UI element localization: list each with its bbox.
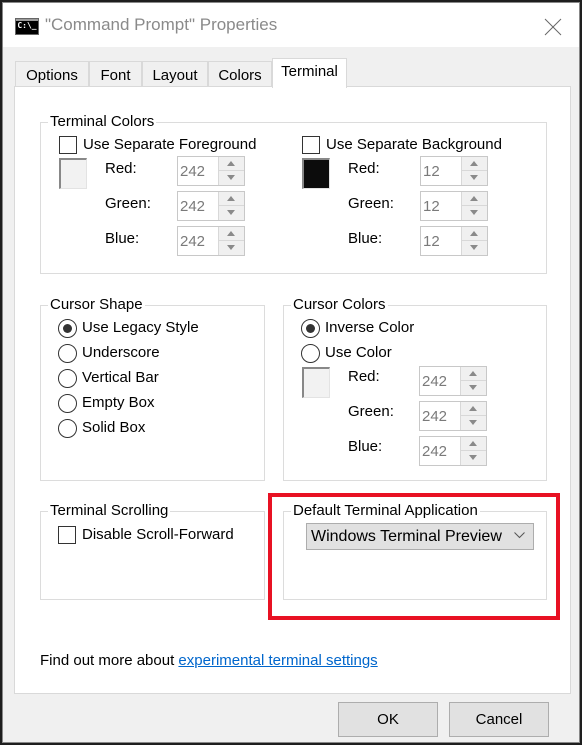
background-blue-label: Blue: [348,230,383,247]
tab-terminal[interactable]: Terminal [272,58,347,88]
cursor-colors-title: Cursor Colors [291,296,388,314]
foreground-green-value[interactable]: 242 [180,198,205,215]
chevron-down-icon [514,532,525,539]
background-blue-spinner[interactable]: 12 [420,226,488,256]
cursor-red-label: Red: [348,368,380,385]
spin-up-icon[interactable] [219,227,244,241]
spin-up-icon[interactable] [461,367,486,381]
command-prompt-icon: C:\_ [15,18,39,35]
use-separate-background-checkbox[interactable] [302,136,320,154]
cursor-shape-group: Cursor Shape Use Legacy Style Underscore… [40,296,265,481]
use-color-radio[interactable] [301,344,320,363]
experimental-settings-link[interactable]: experimental terminal settings [178,652,377,669]
tab-font[interactable]: Font [89,61,142,87]
spin-down-icon[interactable] [461,451,486,465]
spin-up-icon[interactable] [461,437,486,451]
cursor-colors-group: Cursor Colors Inverse Color Use Color Re… [283,296,547,481]
foreground-green-label: Green: [105,195,151,212]
use-separate-foreground-checkbox[interactable] [59,136,77,154]
ok-button[interactable]: OK [338,702,438,737]
cursor-underscore-label: Underscore [82,344,160,361]
cursor-empty-box-radio[interactable] [58,394,77,413]
background-red-label: Red: [348,160,380,177]
use-separate-foreground-label: Use Separate Foreground [83,136,257,153]
tab-colors[interactable]: Colors [208,61,272,87]
foreground-color-swatch[interactable] [59,158,87,189]
cursor-green-value[interactable]: 242 [422,408,447,425]
default-terminal-title: Default Terminal Application [291,502,480,520]
background-red-spinner[interactable]: 12 [420,156,488,186]
disable-scroll-forward-checkbox[interactable] [58,526,76,544]
cursor-green-spinner[interactable]: 242 [419,401,487,431]
terminal-scrolling-title: Terminal Scrolling [48,502,171,520]
default-terminal-selected: Windows Terminal Preview [311,528,502,545]
spin-up-icon[interactable] [462,192,487,206]
inverse-color-radio[interactable] [301,319,320,338]
cursor-red-value[interactable]: 242 [422,373,447,390]
background-green-value[interactable]: 12 [423,198,440,215]
foreground-green-spinner[interactable]: 242 [177,191,245,221]
background-green-label: Green: [348,195,394,212]
use-separate-background-label: Use Separate Background [326,136,502,153]
cursor-vertical-bar-radio[interactable] [58,369,77,388]
footer-text: Find out more about experimental termina… [40,652,378,669]
cursor-empty-box-label: Empty Box [82,394,155,411]
cursor-shape-title: Cursor Shape [48,296,145,314]
spin-up-icon[interactable] [461,402,486,416]
cursor-legacy-style-label: Use Legacy Style [82,319,199,336]
background-blue-value[interactable]: 12 [423,233,440,250]
cursor-solid-box-label: Solid Box [82,419,146,436]
spin-down-icon[interactable] [462,206,487,220]
spin-up-icon[interactable] [462,157,487,171]
footer-prefix: Find out more about [40,652,179,669]
use-color-label: Use Color [325,344,392,361]
spin-down-icon[interactable] [461,381,486,395]
cursor-red-spinner[interactable]: 242 [419,366,487,396]
terminal-colors-group: Terminal Colors Use Separate Foreground … [40,113,547,274]
close-icon [544,18,562,36]
window-title: "Command Prompt" Properties [45,15,278,34]
foreground-blue-spinner[interactable]: 242 [177,226,245,256]
terminal-colors-title: Terminal Colors [48,113,157,131]
foreground-red-value[interactable]: 242 [180,163,205,180]
cursor-blue-spinner[interactable]: 242 [419,436,487,466]
spin-down-icon[interactable] [461,416,486,430]
cursor-underscore-radio[interactable] [58,344,77,363]
cursor-green-label: Green: [348,403,394,420]
default-terminal-dropdown[interactable]: Windows Terminal Preview [306,523,534,550]
cursor-solid-box-radio[interactable] [58,419,77,438]
terminal-scrolling-group: Terminal Scrolling Disable Scroll-Forwar… [40,502,265,600]
default-terminal-group: Default Terminal Application Windows Ter… [283,502,547,600]
disable-scroll-forward-label: Disable Scroll-Forward [82,526,234,543]
foreground-red-label: Red: [105,160,137,177]
title-bar: C:\_ "Command Prompt" Properties [3,3,579,47]
cursor-vertical-bar-label: Vertical Bar [82,369,159,386]
spin-down-icon[interactable] [219,206,244,220]
background-color-swatch[interactable] [302,158,330,189]
spin-up-icon[interactable] [219,192,244,206]
cursor-blue-label: Blue: [348,438,383,455]
background-red-value[interactable]: 12 [423,163,440,180]
spin-down-icon[interactable] [462,241,487,255]
close-button[interactable] [535,11,571,43]
spin-down-icon[interactable] [219,241,244,255]
cursor-legacy-style-radio[interactable] [58,319,77,338]
foreground-blue-label: Blue: [105,230,140,247]
background-green-spinner[interactable]: 12 [420,191,488,221]
tab-layout[interactable]: Layout [142,61,208,87]
spin-down-icon[interactable] [219,171,244,185]
spin-up-icon[interactable] [462,227,487,241]
cursor-color-swatch[interactable] [302,367,330,398]
spin-up-icon[interactable] [219,157,244,171]
inverse-color-label: Inverse Color [325,319,415,336]
cursor-blue-value[interactable]: 242 [422,443,447,460]
cancel-button[interactable]: Cancel [449,702,549,737]
foreground-red-spinner[interactable]: 242 [177,156,245,186]
spin-down-icon[interactable] [462,171,487,185]
tab-options[interactable]: Options [15,61,89,87]
foreground-blue-value[interactable]: 242 [180,233,205,250]
properties-dialog: C:\_ "Command Prompt" Properties Options… [2,2,580,743]
